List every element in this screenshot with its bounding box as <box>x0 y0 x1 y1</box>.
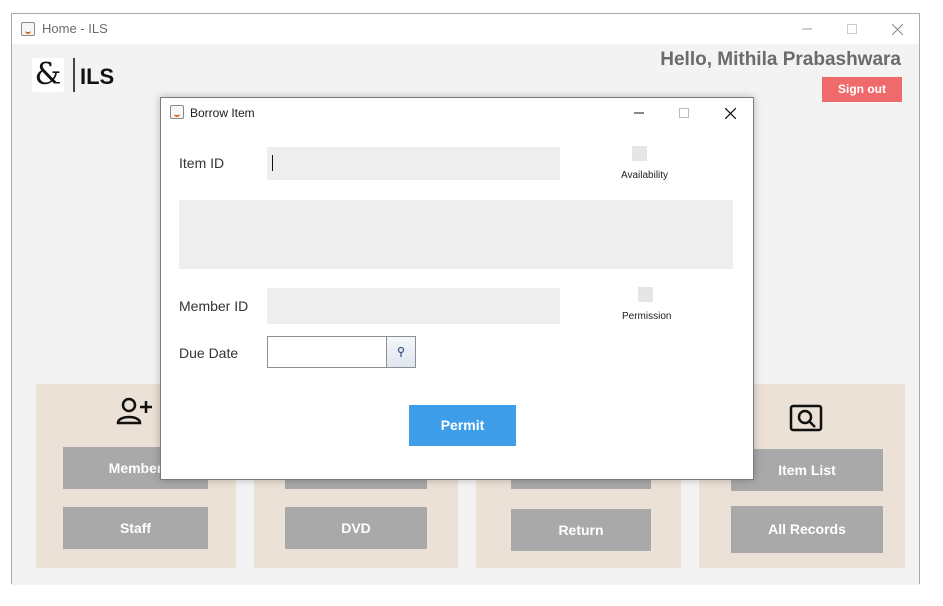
permission-label: Permission <box>622 311 672 322</box>
date-picker-button[interactable] <box>386 336 416 368</box>
permit-button[interactable]: Permit <box>409 405 516 446</box>
text-cursor <box>272 155 273 171</box>
due-date-label: Due Date <box>179 345 239 361</box>
member-id-input[interactable] <box>267 288 560 324</box>
main-window-title: Home - ILS <box>42 21 108 36</box>
staff-button[interactable]: Staff <box>63 507 208 549</box>
java-app-icon <box>21 22 35 36</box>
item-id-input[interactable] <box>267 147 560 180</box>
dvd-button[interactable]: DVD <box>285 507 427 549</box>
dialog-minimize-button[interactable] <box>616 98 662 128</box>
availability-checkbox[interactable] <box>632 146 647 161</box>
add-user-icon <box>116 397 152 425</box>
return-button[interactable]: Return <box>511 509 651 551</box>
all-records-button[interactable]: All Records <box>731 506 883 553</box>
calendar-icon <box>397 346 405 357</box>
minimize-button[interactable] <box>792 15 822 43</box>
borrow-item-dialog: Borrow Item Item ID Availability Member … <box>160 97 754 480</box>
java-app-icon <box>170 105 184 119</box>
sign-out-button[interactable]: Sign out <box>822 77 902 102</box>
maximize-button[interactable] <box>837 15 867 43</box>
close-button[interactable] <box>882 15 912 43</box>
dialog-maximize-button[interactable] <box>661 98 707 128</box>
availability-label: Availability <box>621 170 669 181</box>
permission-checkbox[interactable] <box>638 287 653 302</box>
member-id-label: Member ID <box>179 298 249 314</box>
dialog-title: Borrow Item <box>190 106 255 120</box>
logo-text: ILS <box>80 64 115 89</box>
dialog-close-button[interactable] <box>707 98 753 128</box>
greeting-text: Hello, Mithila Prabashwara <box>660 49 901 70</box>
item-details-area <box>179 200 733 269</box>
logo-icon: & <box>32 58 64 92</box>
logo-divider <box>73 58 75 92</box>
due-date-input[interactable] <box>267 336 387 368</box>
search-icon <box>789 404 823 432</box>
item-id-label: Item ID <box>179 155 225 171</box>
main-titlebar: Home - ILS <box>12 14 919 44</box>
